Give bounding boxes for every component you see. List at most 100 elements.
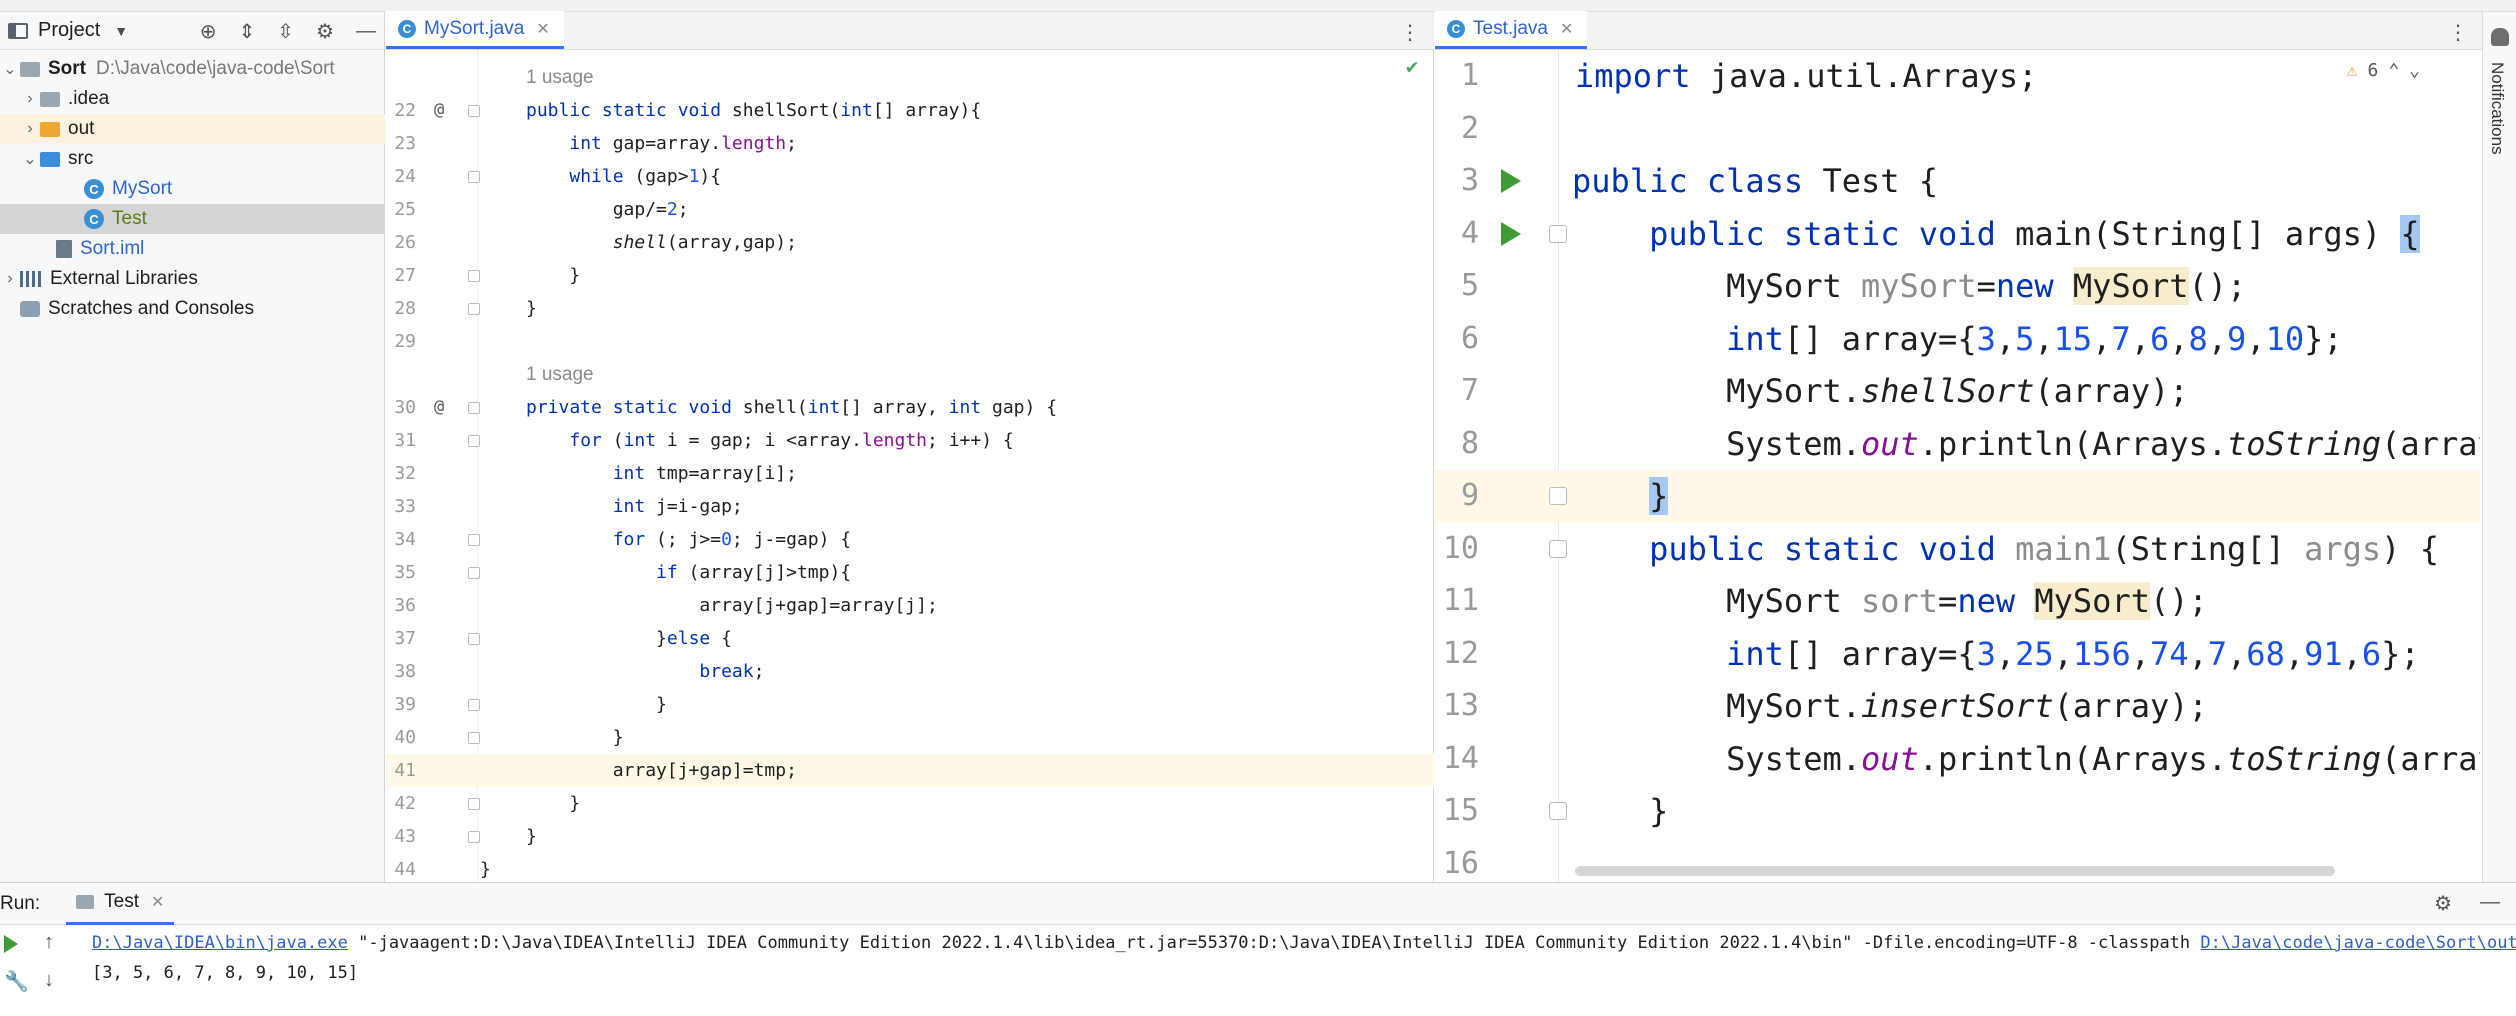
- tree-item-sort[interactable]: ⌄ Sort D:\Java\code\java-code\Sort: [0, 54, 385, 84]
- tree-item-label: Sort.iml: [80, 238, 145, 259]
- fold-icon[interactable]: [468, 105, 480, 117]
- java-class-icon: C: [84, 209, 104, 229]
- code-line: 23 int gap=array.length;: [386, 127, 1434, 160]
- tree-item-external-libraries[interactable]: › External Libraries: [0, 264, 385, 294]
- fold-icon[interactable]: [468, 270, 480, 282]
- tree-item-test[interactable]: C Test: [0, 204, 385, 234]
- folder-icon: [40, 91, 60, 107]
- chevron-down-icon[interactable]: ⌄: [20, 149, 40, 169]
- project-title[interactable]: Project: [38, 19, 100, 42]
- fold-icon[interactable]: [468, 534, 480, 546]
- line-number: 16: [1442, 845, 1479, 881]
- line-number: 39: [394, 694, 416, 715]
- run-tab-test[interactable]: Test ✕: [66, 883, 175, 925]
- override-icon[interactable]: @: [434, 94, 444, 127]
- line-number: 36: [394, 595, 416, 616]
- fold-icon[interactable]: [468, 798, 480, 810]
- chevron-right-icon[interactable]: ›: [20, 90, 40, 108]
- tree-item-mysort[interactable]: C MySort: [0, 174, 385, 204]
- fold-icon[interactable]: [468, 567, 480, 579]
- line-number: 10: [1442, 530, 1479, 566]
- code-line: 24 while (gap>1){: [386, 160, 1434, 193]
- line-number: 8: [1460, 425, 1479, 461]
- gear-icon[interactable]: ⚙: [316, 19, 334, 44]
- minimize-icon[interactable]: —: [2480, 891, 2500, 916]
- code-line: 33 int j=i-gap;: [386, 490, 1434, 523]
- line-number: 32: [394, 463, 416, 484]
- rerun-icon[interactable]: [4, 935, 18, 953]
- notifications-strip[interactable]: Notifications: [2482, 12, 2516, 882]
- minimize-icon[interactable]: —: [356, 20, 376, 43]
- collapse-all-icon[interactable]: ⇳: [277, 19, 294, 44]
- fold-icon[interactable]: [468, 435, 480, 447]
- code-line-current: 41 array[j+gap]=tmp;: [386, 754, 1434, 787]
- more-vertical-icon[interactable]: ⋮: [1400, 20, 1420, 45]
- code-line: 40 }: [386, 721, 1434, 754]
- usage-label[interactable]: 1 usage: [526, 358, 594, 391]
- locate-icon[interactable]: ⊕: [200, 19, 217, 44]
- tree-item-out[interactable]: › out: [0, 114, 385, 144]
- chevron-down-icon[interactable]: ▼: [114, 23, 128, 39]
- fold-icon[interactable]: [468, 633, 480, 645]
- more-vertical-icon[interactable]: ⋮: [2448, 20, 2468, 45]
- java-exe-link[interactable]: D:\Java\IDEA\bin\java.exe: [92, 933, 348, 953]
- close-icon[interactable]: ✕: [1560, 19, 1573, 39]
- editor-test[interactable]: ⚠ 6 ⌃ ⌄ 1 import java.util.Arrays; 2 3 p…: [1435, 50, 2480, 882]
- tab-test-java[interactable]: C Test.java ✕: [1435, 11, 1588, 49]
- fold-icon[interactable]: [468, 831, 480, 843]
- close-icon[interactable]: ✕: [536, 19, 549, 39]
- notifications-label[interactable]: Notifications: [2487, 62, 2507, 155]
- usage-label[interactable]: 1 usage: [526, 61, 594, 94]
- chevron-right-icon[interactable]: ›: [0, 270, 20, 288]
- code-line: 5 MySort mySort=new MySort();: [1435, 260, 2480, 313]
- run-icon[interactable]: [1501, 169, 1521, 193]
- classpath-link[interactable]: D:\Java\code\java-code\Sort\out\p: [2200, 933, 2516, 953]
- scratches-icon: [20, 301, 40, 317]
- fold-icon[interactable]: [1549, 487, 1567, 505]
- gear-icon[interactable]: ⚙: [2434, 891, 2452, 916]
- override-icon[interactable]: @: [434, 391, 444, 424]
- chevron-right-icon[interactable]: ›: [20, 120, 40, 138]
- line-number: 37: [394, 628, 416, 649]
- arrow-down-icon[interactable]: ↓: [44, 969, 54, 992]
- line-number: 26: [394, 232, 416, 253]
- tree-item-idea[interactable]: › .idea: [0, 84, 385, 114]
- console-command-line: D:\Java\IDEA\bin\java.exe "-javaagent:D:…: [92, 933, 2516, 953]
- line-number: 11: [1442, 583, 1479, 618]
- line-number: 4: [1460, 215, 1479, 251]
- tree-item-scratches[interactable]: Scratches and Consoles: [0, 294, 385, 324]
- chevron-down-icon[interactable]: ⌄: [0, 59, 20, 79]
- fold-icon[interactable]: [1549, 539, 1567, 558]
- close-icon[interactable]: ✕: [151, 892, 164, 912]
- tree-item-path: D:\Java\code\java-code\Sort: [96, 58, 335, 79]
- run-icon[interactable]: [1501, 221, 1521, 246]
- code-line-current: 9 }: [1435, 470, 2480, 523]
- arrow-up-icon[interactable]: ↑: [44, 931, 54, 954]
- tree-item-sort-iml[interactable]: Sort.iml: [0, 234, 385, 264]
- left-editor-tabbar: C MySort.java ✕ ⋮: [386, 11, 1434, 50]
- line-number: 15: [1442, 793, 1479, 828]
- run-header-tools: ⚙ —: [2434, 891, 2500, 916]
- line-number: 42: [394, 793, 416, 814]
- tree-item-src[interactable]: ⌄ src: [0, 144, 385, 174]
- bell-icon[interactable]: [2491, 28, 2509, 46]
- editor-mysort[interactable]: ✔ 1 usage 22 @ public static void shellS…: [386, 50, 1434, 882]
- wrench-icon[interactable]: 🔧: [4, 969, 29, 994]
- fold-icon[interactable]: [468, 732, 480, 744]
- fold-icon[interactable]: [468, 303, 480, 315]
- line-number: 31: [394, 430, 416, 451]
- fold-icon[interactable]: [468, 171, 480, 183]
- expand-all-icon[interactable]: ⇕: [239, 19, 256, 44]
- code-line: 13 MySort.insertSort(array);: [1435, 680, 2480, 733]
- line-number: 43: [394, 826, 416, 847]
- tab-mysort-java[interactable]: C MySort.java ✕: [386, 11, 564, 49]
- right-editor-tabbar: C Test.java ✕ ⋮: [1435, 11, 2482, 50]
- fold-icon[interactable]: [468, 402, 480, 414]
- fold-icon[interactable]: [1549, 224, 1567, 243]
- horizontal-scrollbar[interactable]: [1575, 866, 2335, 876]
- line-number: 33: [394, 496, 416, 517]
- line-number: 7: [1460, 373, 1479, 408]
- fold-icon[interactable]: [1549, 802, 1567, 820]
- fold-icon[interactable]: [468, 699, 480, 711]
- tree-item-label: src: [68, 148, 94, 169]
